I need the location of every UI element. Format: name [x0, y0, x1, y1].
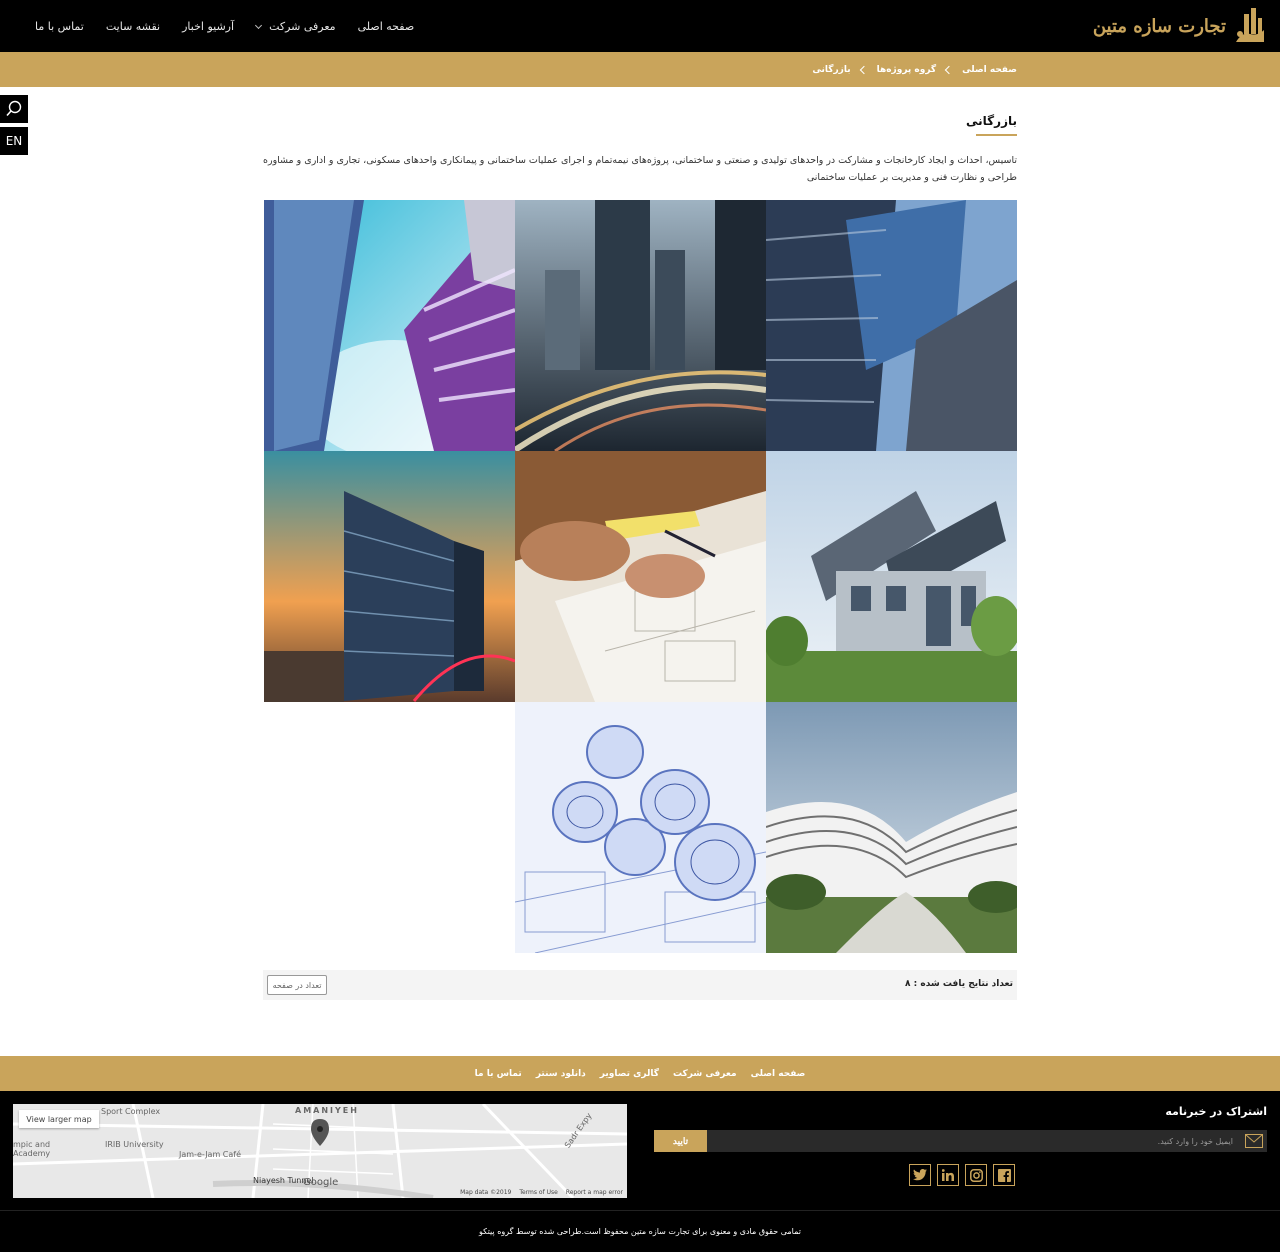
nav-item-home[interactable]: صفحه اصلی	[347, 20, 426, 33]
location-map[interactable]: View larger map AMANIYEH Sport Complex I…	[13, 1104, 627, 1198]
nav-item-about[interactable]: معرفی شرکت	[245, 20, 347, 33]
gallery-tile-night-traffic[interactable]	[515, 200, 766, 451]
view-larger-map-link[interactable]: View larger map	[19, 1110, 99, 1128]
nav-label: نقشه سایت	[105, 19, 161, 33]
gallery-tile-blueprint-rolls[interactable]	[515, 702, 766, 953]
gallery-tile-skyscrapers[interactable]	[766, 200, 1017, 451]
footer-nav-gallery[interactable]: گالری تصاویر	[600, 1069, 659, 1079]
breadcrumb-current: بازرگانی	[812, 64, 851, 75]
google-logo: Google	[303, 1177, 339, 1188]
gallery-image	[766, 451, 1017, 702]
breadcrumb: صفحه اصلی گروه پروژه‌ها بازرگانی	[812, 52, 1017, 87]
footer-nav: صفحه اصلی معرفی شرکت گالری تصاویر دانلود…	[0, 1056, 1280, 1091]
nav-label: صفحه اصلی	[357, 19, 415, 33]
instagram-icon[interactable]	[965, 1164, 987, 1186]
chevron-left-icon	[859, 65, 868, 74]
linkedin-icon[interactable]	[937, 1164, 959, 1186]
footer-nav-about[interactable]: معرفی شرکت	[673, 1069, 737, 1079]
gallery-image	[264, 451, 515, 702]
facebook-icon[interactable]	[993, 1164, 1015, 1186]
nav-label: آرشیو اخبار	[182, 19, 235, 33]
twitter-icon[interactable]	[909, 1164, 931, 1186]
newsletter-form: تایید	[654, 1130, 1267, 1152]
title-underline	[976, 134, 1017, 136]
newsletter-submit-button[interactable]: تایید	[654, 1130, 707, 1152]
nav-item-sitemap[interactable]: نقشه سایت	[95, 20, 171, 33]
map-data-credit: Map data ©2019	[460, 1189, 512, 1196]
language-switch[interactable]: EN	[0, 127, 28, 155]
logo-text: تجارت سازه متین	[1092, 15, 1226, 37]
main-nav: صفحه اصلی معرفی شرکت آرشیو اخبار نقشه سا…	[24, 0, 425, 52]
mail-icon	[1245, 1134, 1263, 1148]
map-label: IRIB University	[105, 1140, 164, 1149]
newsletter-email-input[interactable]	[717, 1130, 1237, 1152]
results-bar: تعداد نتایج یافت شده : ۸ تعداد در صفحه	[263, 970, 1017, 1000]
map-label: Jam-e-Jam Café	[179, 1150, 242, 1159]
copyright-text: تمامی حقوق مادی و معنوی برای تجارت سازه …	[479, 1227, 801, 1236]
page-title: بازرگانی	[966, 114, 1017, 128]
breadcrumb-home[interactable]: صفحه اصلی	[962, 65, 1017, 75]
breadcrumb-bar: صفحه اصلی گروه پروژه‌ها بازرگانی	[0, 52, 1280, 87]
project-gallery	[264, 200, 1017, 953]
gallery-image	[264, 200, 515, 451]
newsletter-title: اشتراک در خبرنامه	[1165, 1105, 1267, 1118]
results-count: تعداد نتایج یافت شده : ۸	[905, 979, 1013, 989]
gallery-image	[515, 200, 766, 451]
top-navbar: تجارت سازه متین صفحه اصلی معرفی شرکت آرش…	[0, 0, 1280, 52]
map-label: mpic and Academy	[13, 1140, 51, 1158]
gallery-tile-sunset-building[interactable]	[264, 451, 515, 702]
gallery-image	[515, 702, 766, 953]
page-description: تاسیس، احداث و ایجاد کارخانجات و مشارکت …	[263, 155, 1017, 183]
nav-label: معرفی شرکت	[269, 19, 336, 33]
gallery-tile-modern-house[interactable]	[766, 451, 1017, 702]
gallery-tile-architect-drawing[interactable]	[515, 451, 766, 702]
side-search-button[interactable]	[0, 95, 28, 123]
gallery-image	[766, 702, 1017, 953]
chevron-left-icon	[944, 65, 954, 74]
logo-icon	[1236, 8, 1264, 42]
search-icon	[6, 100, 22, 117]
map-credits: Map data ©2019 Terms of Use Report a map…	[460, 1189, 623, 1196]
per-page-select[interactable]: تعداد در صفحه	[267, 975, 327, 995]
map-terms-link[interactable]: Terms of Use	[519, 1189, 557, 1196]
nav-label: تماس با ما	[35, 19, 84, 33]
social-links	[909, 1164, 1015, 1186]
gallery-tile-glass-towers[interactable]	[264, 200, 515, 451]
nav-item-contact[interactable]: تماس با ما	[24, 20, 95, 33]
gallery-tile-curved-architecture[interactable]	[766, 702, 1017, 953]
site-logo[interactable]: تجارت سازه متین	[1093, 4, 1268, 48]
chevron-down-icon	[255, 21, 263, 29]
gallery-image	[515, 451, 766, 702]
nav-item-news-archive[interactable]: آرشیو اخبار	[171, 20, 245, 33]
gallery-image	[766, 200, 1017, 451]
map-label: Sport Complex	[101, 1107, 161, 1116]
copyright-bar: تمامی حقوق مادی و معنوی برای تجارت سازه …	[0, 1210, 1280, 1252]
map-label: AMANIYEH	[295, 1106, 359, 1115]
footer-nav-home[interactable]: صفحه اصلی	[751, 1069, 806, 1079]
footer-nav-download[interactable]: دانلود سنتر	[536, 1069, 586, 1079]
footer-nav-contact[interactable]: تماس با ما	[475, 1069, 522, 1079]
footer: View larger map AMANIYEH Sport Complex I…	[0, 1091, 1280, 1210]
breadcrumb-projects[interactable]: گروه پروژه‌ها	[877, 65, 937, 75]
map-report-link[interactable]: Report a map error	[566, 1189, 623, 1196]
